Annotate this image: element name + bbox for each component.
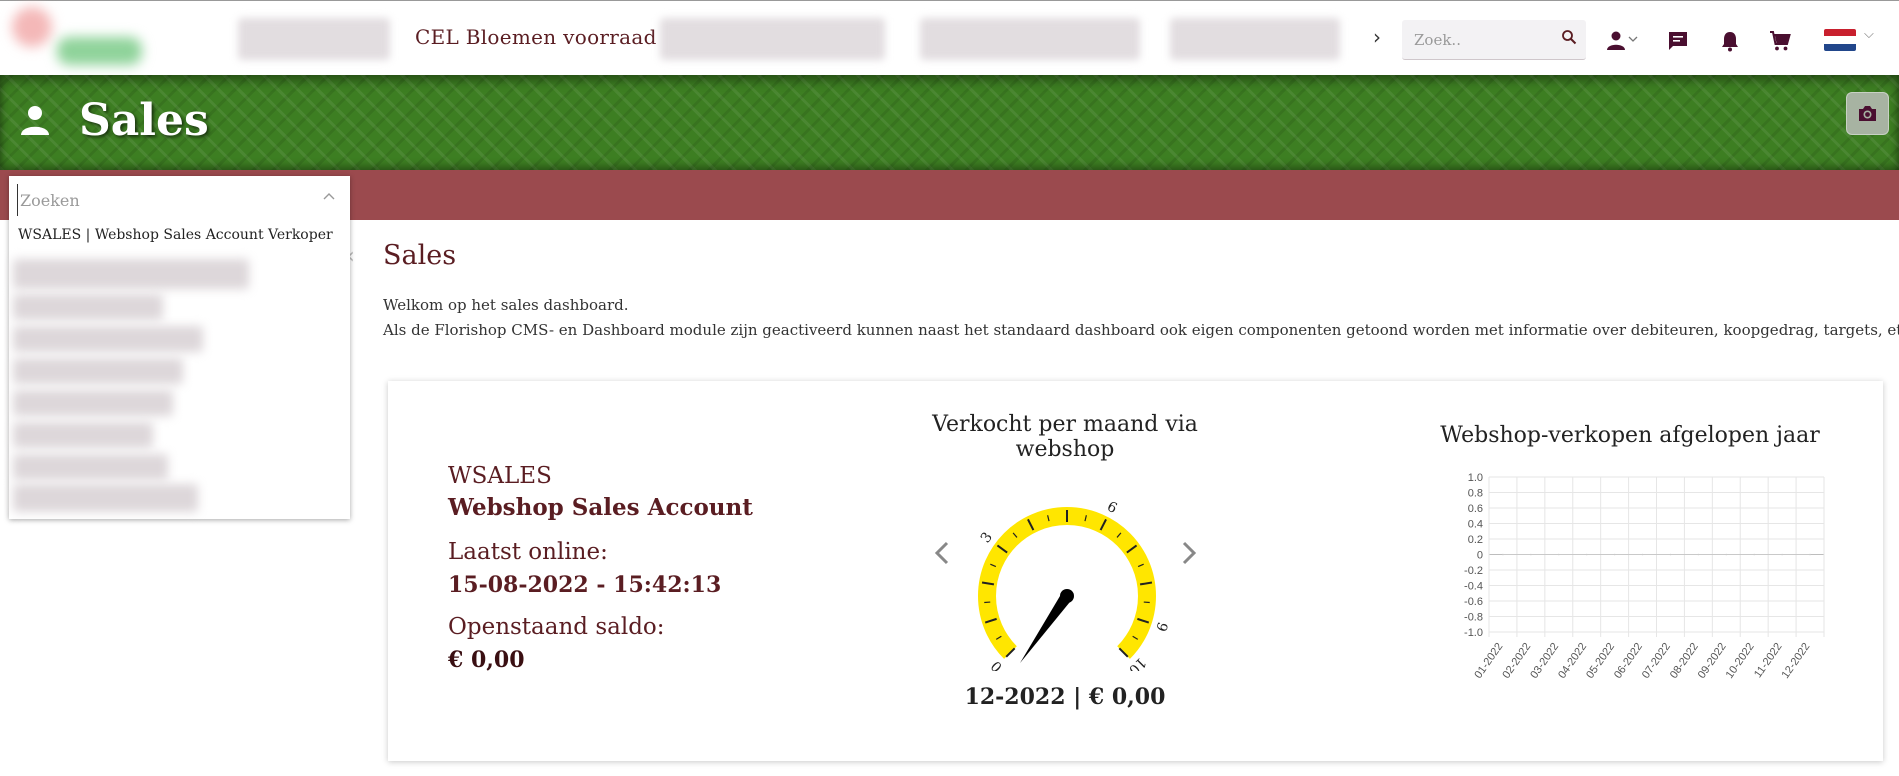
search-icon[interactable] [1561, 29, 1577, 45]
cart-icon[interactable] [1768, 29, 1792, 53]
gauge-prev-arrow[interactable] [934, 541, 949, 565]
last-online-value: 15-08-2022 - 15:42:13 [448, 572, 722, 598]
chart-y-tick-label: 0 [1477, 550, 1483, 562]
chart-x-tick-label: 12-2022 [1780, 641, 1813, 681]
chart-y-tick-label: -0.6 [1464, 596, 1483, 608]
chat-icon[interactable] [1666, 29, 1690, 53]
gauge-arc [978, 507, 1156, 659]
balance-value: € 0,00 [448, 647, 525, 673]
chevron-up-icon[interactable] [322, 190, 336, 204]
chart-x-tick-label: 10-2022 [1724, 641, 1757, 681]
account-dropdown: WSALES | Webshop Sales Account Verkoper [9, 176, 350, 519]
chart-point [1530, 553, 1532, 556]
chart-y-tick-label: 0.4 [1468, 519, 1483, 531]
camera-icon [1859, 106, 1876, 121]
chart-point [1641, 553, 1644, 556]
dropdown-option-blurred[interactable] [13, 259, 249, 289]
dropdown-option-blurred[interactable] [13, 422, 153, 448]
account-name: Webshop Sales Account [448, 494, 753, 521]
page-banner: Sales [0, 75, 1899, 170]
chart-y-tick-label: -0.4 [1464, 581, 1483, 593]
dropdown-search-input[interactable] [17, 184, 322, 216]
line-chart: 1.00.80.60.40.20-0.2-0.4-0.6-0.8-1.001-2… [1464, 472, 1825, 681]
chart-point [1502, 553, 1504, 556]
chart-y-tick-label: -1.0 [1464, 627, 1483, 639]
banner-title: Sales [79, 95, 209, 146]
dropdown-option-wsales[interactable]: WSALES | Webshop Sales Account Verkoper [18, 227, 333, 243]
chart-y-tick-label: 0.6 [1468, 503, 1483, 515]
intro-line-1: Welkom op het sales dashboard. [383, 296, 629, 314]
gauge-tick-label: 0 [988, 657, 1006, 671]
gauge-chart: 036910 [934, 499, 1197, 671]
chart-point [1725, 553, 1728, 556]
chart-point [1585, 553, 1588, 556]
gauge-tick-label: 6 [1104, 499, 1119, 517]
dropdown-option-blurred[interactable] [13, 484, 198, 512]
language-flag-nl-icon[interactable] [1824, 29, 1856, 51]
chart-y-tick-label: -0.8 [1464, 612, 1483, 624]
gauge-needle-hub [1060, 589, 1074, 603]
chart-point [1809, 553, 1811, 556]
gauge-needle [1019, 592, 1072, 664]
chart-point [1557, 553, 1560, 556]
dropdown-option-blurred[interactable] [13, 326, 203, 352]
chart-point [1753, 553, 1756, 556]
chart-y-tick-label: 0.2 [1468, 534, 1483, 546]
chart-y-tick-label: -0.2 [1464, 565, 1483, 577]
chart-point [1613, 553, 1616, 556]
nav-link-blurred[interactable] [920, 18, 1140, 60]
chart-y-tick-label: 0.8 [1468, 488, 1483, 500]
gauge-tick-label: 3 [978, 529, 996, 546]
user-icon [21, 106, 49, 135]
balance-label: Openstaand saldo: [448, 614, 665, 640]
logo[interactable] [12, 7, 147, 69]
gauge-tick-label: 9 [1152, 620, 1170, 633]
chart-point [1781, 553, 1783, 556]
nav-link-bloemen-voorraad[interactable]: CEL Bloemen voorraad [415, 25, 657, 49]
gauge-value-label: 12-2022 | € 0,00 [964, 684, 1166, 710]
page-title: Sales [383, 240, 457, 271]
nav-link-blurred[interactable] [1170, 18, 1340, 60]
top-navbar: CEL Bloemen voorraad › ⌵ [0, 0, 1899, 75]
dropdown-option-blurred[interactable] [13, 294, 163, 320]
bell-icon[interactable] [1718, 29, 1742, 53]
account-code: WSALES [448, 463, 552, 489]
dropdown-option-blurred[interactable] [13, 390, 173, 416]
gauge-next-arrow[interactable] [1182, 541, 1197, 565]
nav-link-blurred[interactable] [660, 18, 885, 60]
intro-line-2: Als de Florishop CMS- en Dashboard modul… [383, 321, 1899, 339]
nav-link-blurred[interactable] [238, 18, 390, 60]
dashboard-card: WSALES Webshop Sales Account Laatst onli… [388, 381, 1883, 761]
camera-button[interactable] [1846, 92, 1889, 135]
chart-y-tick-label: 1.0 [1468, 472, 1483, 484]
dropdown-option-blurred[interactable] [13, 454, 168, 480]
chevron-down-icon[interactable]: ⌵ [1864, 27, 1874, 42]
chart-title: Webshop-verkopen afgelopen jaar [1440, 423, 1820, 448]
user-menu-icon[interactable] [1605, 29, 1639, 53]
chart-point [1697, 553, 1700, 556]
nav-more-chevron[interactable]: › [1373, 25, 1381, 49]
gauge-title: Verkocht per maand via webshop [932, 412, 1198, 462]
dropdown-option-blurred[interactable] [13, 358, 183, 384]
intro-text: Welkom op het sales dashboard. Als de Fl… [383, 293, 1899, 343]
chart-point [1669, 553, 1672, 556]
last-online-label: Laatst online: [448, 539, 608, 565]
search-input[interactable] [1402, 20, 1586, 60]
